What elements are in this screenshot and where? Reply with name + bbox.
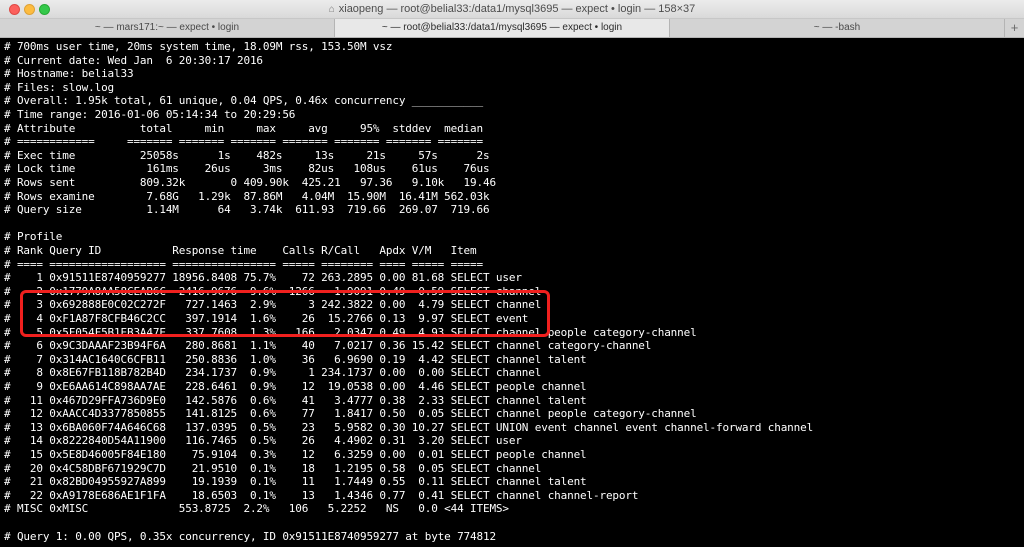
tab-bash[interactable]: ~ — -bash xyxy=(670,19,1005,37)
terminal-output[interactable]: # 700ms user time, 20ms system time, 18.… xyxy=(0,38,1024,547)
window-title: ⌂ xiaopeng — root@belial33:/data1/mysql36… xyxy=(0,2,1024,17)
terminal-line: # Hostname: belial33 xyxy=(4,67,134,81)
tab-mars171[interactable]: ~ — mars171:~ — expect • login xyxy=(0,19,335,37)
terminal-line: # Rows sent 809.32k 0 409.90k 425.21 97.… xyxy=(4,176,496,189)
tab-label: ~ — -bash xyxy=(813,22,861,33)
terminal-line: # Time range: 2016-01-06 05:14:34 to 20:… xyxy=(4,108,296,121)
terminal-line: # 22 0xA9178E686AE1F1FA 18.6503 0.1% 13 … xyxy=(4,488,639,502)
terminal-line: # Query size 1.14M 64 3.74k 611.93 719.6… xyxy=(4,203,490,217)
terminal-line: # Files: slow.log xyxy=(4,80,115,94)
terminal-line: # Rank Query ID Response time Calls R/Ca… xyxy=(4,244,477,257)
terminal-line: # MISC 0xMISC 553.8725 2.2% 106 5.2252 N… xyxy=(4,502,509,516)
terminal-line: # 14 0x8222840D54A11900 116.7465 0.5% 26… xyxy=(4,434,522,448)
home-folder-icon: ⌂ xyxy=(328,4,335,15)
terminal-line: # 6 0x9C3DAAAF23B94F6A 280.8681 1.1% 40 … xyxy=(4,339,652,353)
terminal-line: # 8 0x8E67FB118B782B4D 234.1737 0.9% 1 2… xyxy=(4,366,542,380)
terminal-line: # Exec time 25058s 1s 482s 13s 21s 57s 2… xyxy=(4,148,490,162)
terminal-line: # 13 0x6BA060F74A646C68 137.0395 0.5% 23… xyxy=(4,420,814,434)
terminal-line: # Attribute total min max avg 95% stddev… xyxy=(4,121,483,135)
tab-bar: ~ — mars171:~ — expect • login ~ — root@… xyxy=(0,19,1024,38)
terminal-line: # 700ms user time, 20ms system time, 18.… xyxy=(4,40,393,53)
terminal-line: # 4 0xF1A87F8CFB46C2CC 397.1914 1.6% 26 … xyxy=(4,312,529,325)
terminal-line: # Query 1: 0.00 QPS, 0.35x concurrency, … xyxy=(4,529,496,543)
window-title-text: xiaopeng — root@belial33:/data1/mysql369… xyxy=(338,3,696,15)
terminal-window: ⌂ xiaopeng — root@belial33:/data1/mysql36… xyxy=(0,0,1024,547)
terminal-line: # 21 0x82BD04955927A899 19.1939 0.1% 11 … xyxy=(4,475,587,489)
terminal-line: # 5 0x5F054F5B1EB3A47E 337.7608 1.3% 166… xyxy=(4,325,697,339)
tab-label: ~ — mars171:~ — expect • login xyxy=(94,22,240,33)
terminal-line: # 3 0x692888E0C02C272F 727.1463 2.9% 3 2… xyxy=(4,298,542,312)
terminal-line: # 15 0x5E8D46005F84E180 75.9104 0.3% 12 … xyxy=(4,448,587,461)
tab-belial33[interactable]: ~ — root@belial33:/data1/mysql3695 — exp… xyxy=(335,19,670,37)
terminal-line: # 1 0x91511E8740959277 18956.8408 75.7% … xyxy=(4,271,522,285)
terminal-line: # Rows examine 7.68G 1.29k 87.86M 4.04M … xyxy=(4,189,490,203)
terminal-line: # Lock time 161ms 26us 3ms 82us 108us 61… xyxy=(4,162,490,176)
terminal-line: # 9 0xE6AA614C898AA7AE 228.6461 0.9% 12 … xyxy=(4,380,587,393)
terminal-line: # Profile xyxy=(4,230,63,244)
terminal-line: # 7 0x314AC1640C6CFB11 250.8836 1.0% 36 … xyxy=(4,352,587,366)
terminal-line: # 12 0xAACC4D3377850855 141.8125 0.6% 77… xyxy=(4,407,697,421)
terminal-line: # ==== ================== ==============… xyxy=(4,257,483,271)
terminal-line: # Overall: 1.95k total, 61 unique, 0.04 … xyxy=(4,94,483,108)
tab-label: ~ — root@belial33:/data1/mysql3695 — exp… xyxy=(381,22,623,33)
title-bar[interactable]: ⌂ xiaopeng — root@belial33:/data1/mysql36… xyxy=(0,0,1024,19)
new-tab-button[interactable]: + xyxy=(1005,19,1024,37)
terminal-line: # 11 0x467D29FFA736D9E0 142.5876 0.6% 41… xyxy=(4,393,587,407)
terminal-line: # 2 0x1779A8AA58CEAB6C 2416.9676 9.6% 12… xyxy=(4,284,542,298)
terminal-line: # ============ ======= ======= ======= =… xyxy=(4,135,483,149)
terminal-line: # Current date: Wed Jan 6 20:30:17 2016 xyxy=(4,53,263,67)
terminal-line: # 20 0x4C58DBF671929C7D 21.9510 0.1% 18 … xyxy=(4,461,542,475)
